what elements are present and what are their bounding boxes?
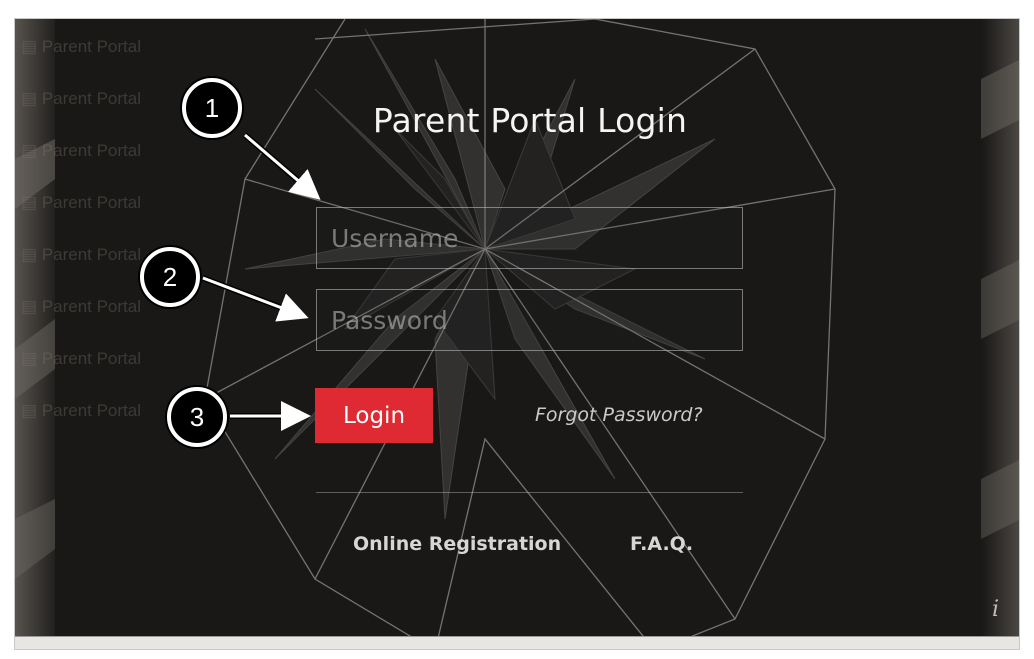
callout-badge-1: 1: [182, 78, 242, 138]
callout-arrow-2: [202, 276, 309, 322]
callout-badge-2: 2: [140, 247, 200, 307]
callout-badge-3: 3: [167, 387, 227, 447]
callout-arrow-1: [244, 133, 321, 200]
callout-arrows: [201, 132, 321, 431]
